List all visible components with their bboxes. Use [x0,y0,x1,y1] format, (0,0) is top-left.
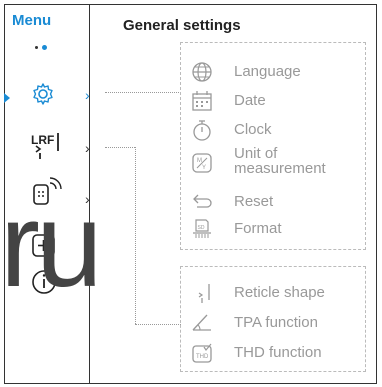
option-label: Date [234,92,266,109]
sd-card-icon: SD [193,219,211,238]
connector-line [105,147,135,148]
watermark: ru [0,178,103,312]
option-language[interactable]: Language [181,61,381,85]
option-reticle-shape[interactable]: Reticle shape [181,282,381,306]
option-tpa-function[interactable]: TPA function [181,312,381,336]
page-dot-active [42,45,47,50]
connector-line [135,147,136,324]
option-label: THD function [234,344,322,361]
option-date[interactable]: Date [181,90,381,114]
page-indicator [35,45,51,51]
chevron-right-icon: › [85,140,90,156]
reticle-icon [198,284,210,303]
units-icon: M Y [192,153,212,173]
stopwatch-icon [193,120,211,141]
lrf-settings-panel: Reticle shape TPA function THD THD funct… [180,266,366,372]
thd-icon: THD [192,343,212,363]
calendar-icon [192,91,212,111]
option-label: Unit of measurement [234,145,326,177]
page-title: General settings [123,17,241,34]
general-settings-panel: Language Date Clock M Y Unit of measurem… [180,42,366,250]
gear-icon [33,83,53,105]
page-dot [35,46,38,49]
connector-line [105,92,181,93]
svg-text:Y: Y [202,165,206,171]
option-label: Clock [234,121,272,138]
option-clock[interactable]: Clock [181,119,381,143]
option-reset[interactable]: Reset [181,191,381,215]
lrf-icon: LRF [31,133,59,159]
sidebar-item-general-settings[interactable]: › [5,82,105,112]
option-label: Language [234,63,301,80]
lrf-bracket-icon [35,133,59,159]
option-thd-function[interactable]: THD THD function [181,342,381,366]
option-unit-of-measurement[interactable]: M Y Unit of measurement [181,146,381,180]
svg-text:SD: SD [198,225,205,231]
connector-line [135,324,181,325]
sidebar-item-lrf[interactable]: LRF › [5,133,105,163]
menu-title: Menu [12,12,52,29]
svg-text:THD: THD [196,354,209,360]
option-label: TPA function [234,314,318,331]
option-format[interactable]: SD Format [181,218,381,242]
reset-arrow-icon [193,194,212,208]
angle-icon [192,314,211,331]
globe-icon [192,62,212,82]
option-label: Format [234,220,282,237]
option-label: Reticle shape [234,284,325,301]
chevron-right-icon: › [85,87,90,103]
option-label: Reset [234,193,274,210]
